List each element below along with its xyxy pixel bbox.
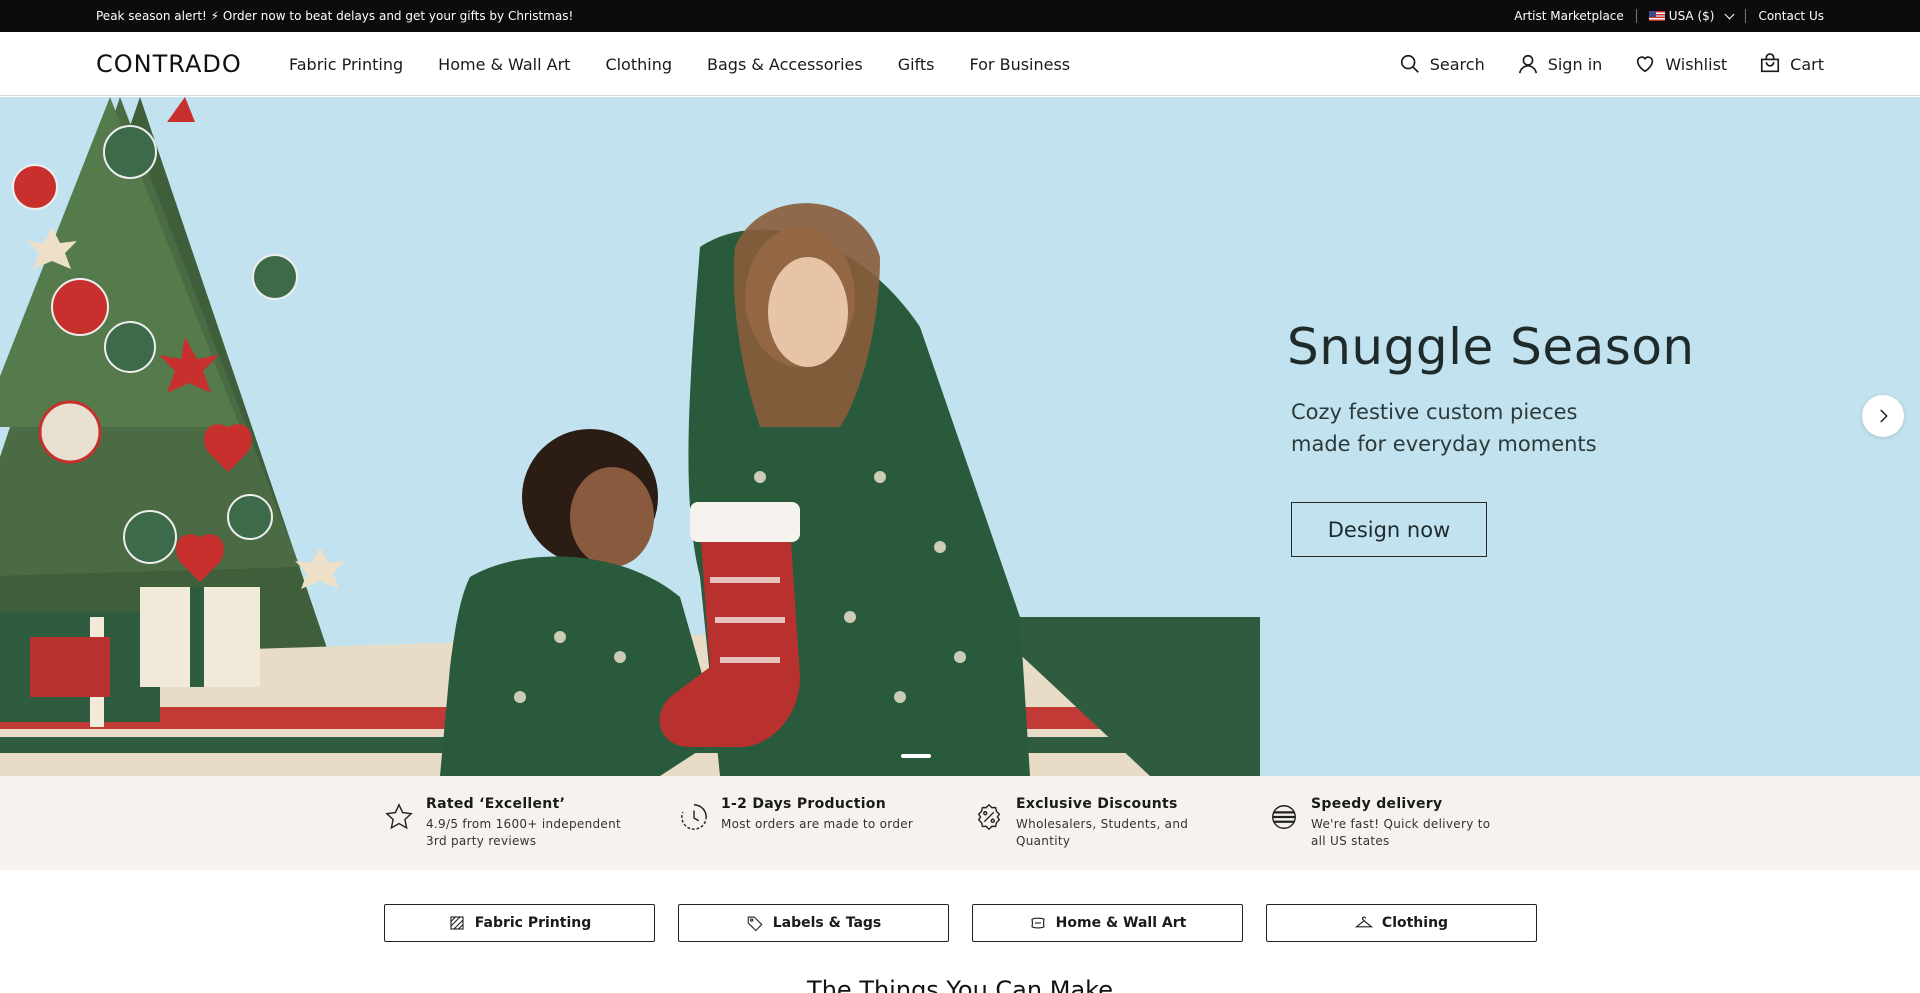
pill-fabric-printing[interactable]: Fabric Printing [384, 904, 655, 942]
nav-gifts[interactable]: Gifts [898, 55, 935, 74]
nav-fabric-printing[interactable]: Fabric Printing [289, 55, 403, 74]
trust-item-delivery: Speedy delivery We're fast! Quick delive… [1269, 796, 1509, 850]
fabric-swatch-icon [450, 916, 464, 930]
announcement-bar: Peak season alert! ⚡ Order now to beat d… [0, 0, 1920, 32]
country-label: USA ($) [1668, 9, 1715, 23]
trust-title: 1-2 Days Production [721, 796, 886, 812]
country-selector[interactable]: USA ($) [1648, 9, 1735, 23]
nav-clothing[interactable]: Clothing [605, 55, 672, 74]
hero-title: Snuggle Season [1287, 318, 1695, 376]
pill-label: Clothing [1381, 915, 1449, 931]
trust-title: Rated ‘Excellent’ [426, 796, 566, 812]
trust-item-discounts: Exclusive Discounts Wholesalers, Student… [974, 796, 1214, 850]
wishlist-label: Wishlist [1665, 54, 1728, 74]
star-icon [385, 803, 413, 830]
clock-icon [681, 804, 707, 830]
artist-marketplace-link[interactable]: Artist Marketplace [1514, 9, 1624, 23]
divider [1745, 9, 1747, 23]
logo[interactable]: CONTRADO [96, 50, 242, 78]
pill-home-wall-art[interactable]: Home & Wall Art [972, 904, 1243, 942]
shopping-bag-icon [1761, 53, 1780, 73]
trust-title: Speedy delivery [1311, 796, 1443, 812]
category-pills: Fabric Printing Labels & Tags Home & Wal… [384, 904, 1537, 942]
site-header: CONTRADO Fabric Printing Home & Wall Art… [0, 32, 1920, 96]
user-icon [1518, 54, 1537, 74]
trust-text: Wholesalers, Students, and Quantity [1016, 817, 1189, 848]
chevron-right-icon [1880, 409, 1888, 423]
trust-text: Most orders are made to order [721, 817, 914, 831]
design-now-button[interactable]: Design now [1291, 502, 1487, 557]
search-label: Search [1429, 54, 1485, 74]
hero-subtitle: Cozy festive custom pieces made for ever… [1291, 400, 1597, 456]
trust-title: Exclusive Discounts [1016, 796, 1178, 812]
hanger-icon [1354, 916, 1373, 928]
tag-icon [747, 916, 763, 932]
sign-in-label: Sign in [1547, 54, 1603, 74]
wishlist-button[interactable]: Wishlist [1634, 53, 1727, 75]
trust-item-rating: Rated ‘Excellent’ 4.9/5 from 1600+ indep… [384, 796, 624, 850]
trust-text: We're fast! Quick delivery to all US sta… [1311, 817, 1491, 848]
trust-bar: Rated ‘Excellent’ 4.9/5 from 1600+ indep… [0, 776, 1920, 870]
nav-for-business[interactable]: For Business [970, 55, 1071, 74]
chevron-down-icon [1725, 9, 1735, 19]
heart-icon [1637, 56, 1654, 73]
nav-bags-accessories[interactable]: Bags & Accessories [707, 55, 863, 74]
hero-banner: Snuggle Season Cozy festive custom piece… [0, 97, 1920, 776]
pill-label: Labels & Tags [772, 915, 882, 931]
sign-in-button[interactable]: Sign in [1517, 53, 1603, 75]
carousel-next-button[interactable] [1862, 395, 1904, 437]
divider [1635, 9, 1637, 23]
carousel-dot[interactable] [901, 754, 931, 758]
nav-home-wall-art[interactable]: Home & Wall Art [438, 55, 570, 74]
announcement-text: Peak season alert! ⚡ Order now to beat d… [96, 9, 574, 23]
contact-us-link[interactable]: Contact Us [1758, 9, 1824, 23]
pill-label: Home & Wall Art [1055, 915, 1187, 931]
pill-label: Fabric Printing [474, 915, 592, 931]
header-actions: Search Sign in Wishlist Cart [1399, 32, 1824, 96]
trust-item-production: 1-2 Days Production Most orders are made… [679, 796, 919, 833]
utility-links: Artist Marketplace USA ($) Contact Us [1514, 0, 1824, 32]
hero-copy: Snuggle Season Cozy festive custom piece… [1287, 318, 1695, 557]
cushion-icon [1031, 917, 1045, 929]
search-icon [1400, 54, 1419, 73]
section-title: The Things You Can Make [807, 976, 1113, 993]
cart-label: Cart [1790, 54, 1824, 74]
pill-clothing[interactable]: Clothing [1266, 904, 1537, 942]
trust-text: 4.9/5 from 1600+ independent 3rd party r… [426, 817, 621, 848]
us-flag-icon [1648, 11, 1665, 21]
speed-globe-icon [1272, 805, 1296, 829]
carousel-dots [901, 754, 931, 758]
pill-labels-tags[interactable]: Labels & Tags [678, 904, 949, 942]
cart-button[interactable]: Cart [1759, 53, 1824, 75]
search-button[interactable]: Search [1399, 53, 1485, 75]
hero-image [0, 97, 1260, 776]
main-nav: Fabric Printing Home & Wall Art Clothing… [289, 32, 1070, 96]
discount-badge-icon [977, 803, 1001, 831]
